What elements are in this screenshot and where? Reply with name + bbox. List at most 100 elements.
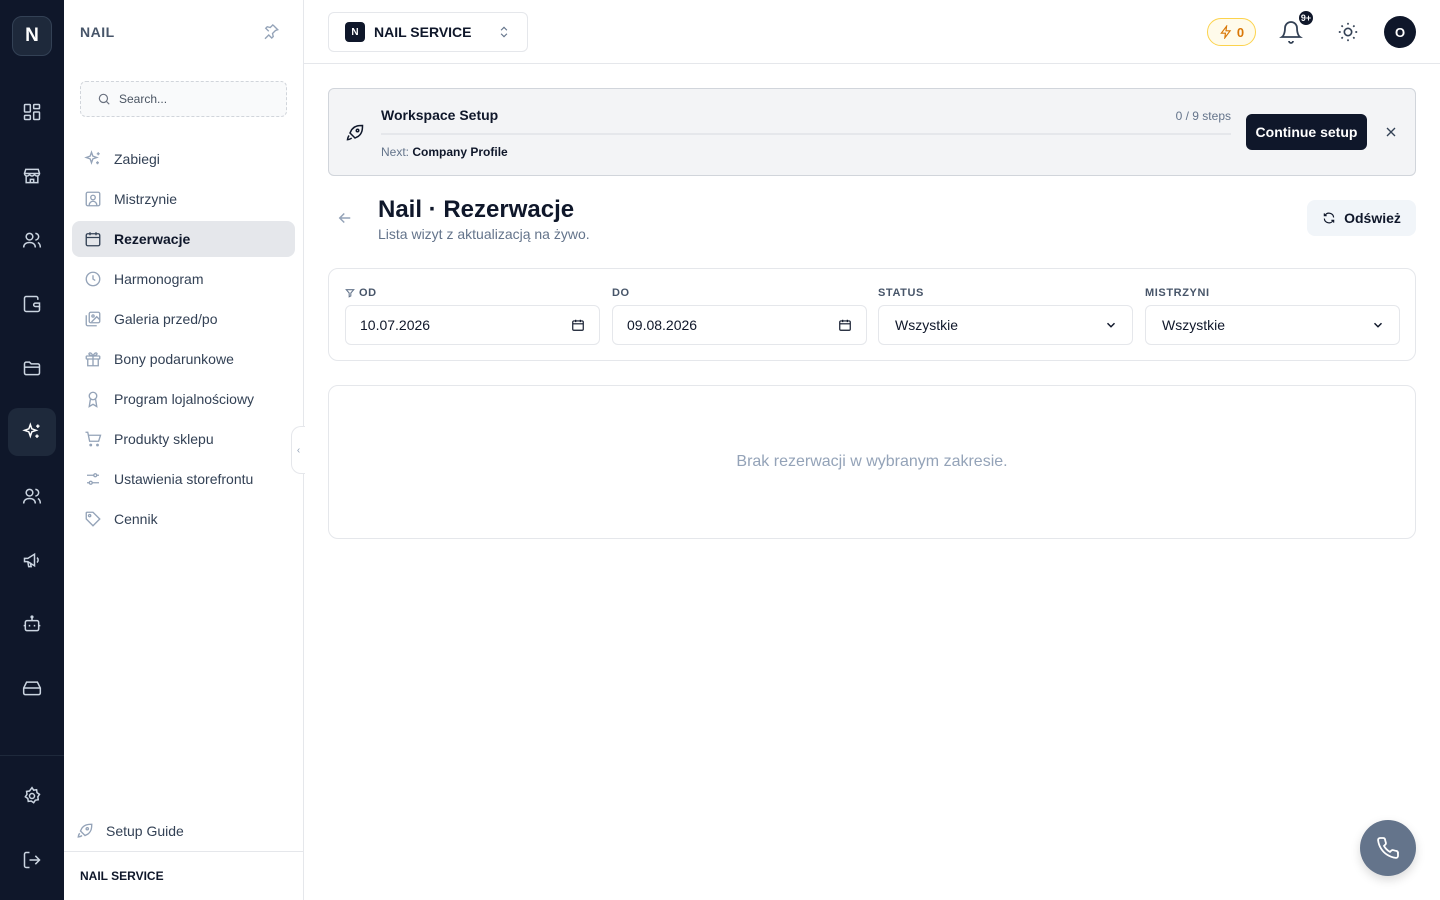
sidebar-item-mistrzynie[interactable]: Mistrzynie <box>72 181 295 217</box>
continue-setup-button[interactable]: Continue setup <box>1246 114 1367 150</box>
filter-od-label: OD <box>345 287 377 299</box>
mistrzyni-select[interactable]: Wszystkie <box>1145 305 1400 345</box>
hard-drive-icon[interactable] <box>8 664 56 712</box>
sidebar-item-label: Program lojalnościowy <box>114 391 255 407</box>
banner-steps-count: 0 / 9 steps <box>1175 109 1231 123</box>
sliders-icon <box>87 473 99 485</box>
refresh-button[interactable]: Odśwież <box>1307 200 1416 236</box>
sidebar-item-label: Harmonogram <box>114 271 204 287</box>
next-label: Next: <box>381 145 410 159</box>
refresh-icon <box>1323 212 1335 224</box>
cart-icon <box>85 431 102 447</box>
next-value: Company Profile <box>412 145 508 159</box>
sidebar-item-rezerwacje[interactable]: Rezerwacje <box>72 221 295 257</box>
sidebar-item-program-lojalnosciowy[interactable]: Program lojalnościowy <box>72 381 295 417</box>
chevron-down-icon <box>1373 322 1383 328</box>
mistrzyni-value: Wszystkie <box>1162 317 1225 333</box>
sparkles-icon <box>84 150 100 165</box>
close-icon[interactable] <box>1383 124 1399 140</box>
sidebar-item-cennik[interactable]: Cennik <box>72 501 295 537</box>
pin-icon[interactable] <box>262 23 280 41</box>
status-select[interactable]: Wszystkie <box>878 305 1133 345</box>
banner-next-step: Next: Company Profile <box>381 145 508 159</box>
workspace-badge: N <box>345 22 365 42</box>
settings-icon[interactable] <box>8 772 56 820</box>
workspace-setup-banner: Workspace Setup Next: Company Profile 0 … <box>328 88 1416 176</box>
megaphone-icon[interactable] <box>8 536 56 584</box>
chevrons-up-down-icon <box>500 26 508 38</box>
contact-icon <box>85 191 101 207</box>
sidebar-item-ustawienia-storefrontu[interactable]: Ustawienia storefrontu <box>72 461 295 497</box>
sidebar-item-zabiegi[interactable]: Zabiegi <box>72 141 295 177</box>
calendar-icon <box>85 232 101 247</box>
search-icon <box>98 93 110 105</box>
od-label-text: OD <box>359 287 377 299</box>
gift-icon <box>85 352 101 367</box>
dashboard-icon[interactable] <box>8 88 56 136</box>
rocket-icon <box>77 823 93 838</box>
sun-icon[interactable] <box>1337 21 1359 43</box>
wallet-icon[interactable] <box>8 280 56 328</box>
sidebar-item-harmonogram[interactable]: Harmonogram <box>72 261 295 297</box>
sidebar-item-label: Cennik <box>114 511 158 527</box>
date-from-input[interactable]: 10.07.2026 <box>345 305 600 345</box>
empty-state: Brak rezerwacji w wybranym zakresie. <box>328 385 1416 539</box>
page-subtitle: Lista wizyt z aktualizacją na żywo. <box>378 226 590 242</box>
sidebar-item-produkty[interactable]: Produkty sklepu <box>72 421 295 457</box>
date-to-input[interactable]: 09.08.2026 <box>612 305 867 345</box>
sidebar-item-label: Bony podarunkowe <box>114 351 234 367</box>
logout-icon[interactable] <box>8 836 56 884</box>
rocket-icon <box>346 124 364 141</box>
folder-icon[interactable] <box>8 344 56 392</box>
sidebar-search[interactable] <box>80 81 287 117</box>
chevron-left-icon: ‹ <box>296 444 301 456</box>
collapse-sidebar-handle[interactable]: ‹ <box>291 426 305 474</box>
zap-icon <box>1220 25 1232 39</box>
filter-status-label: STATUS <box>878 287 924 299</box>
status-value: Wszystkie <box>895 317 958 333</box>
credits-value: 0 <box>1236 24 1245 40</box>
filters-panel: OD 10.07.2026 DO 09.08.2026 STATUS Wszys… <box>328 268 1416 361</box>
sidebar-item-label: Rezerwacje <box>114 231 191 247</box>
filter-do-label: DO <box>612 287 630 299</box>
refresh-label: Odśwież <box>1344 210 1401 226</box>
search-input[interactable] <box>119 92 269 106</box>
arrow-left-icon[interactable] <box>336 209 354 227</box>
sidebar-item-label: Zabiegi <box>114 151 160 167</box>
users-icon[interactable] <box>8 216 56 264</box>
calendar-icon[interactable] <box>838 318 852 332</box>
credits-badge[interactable]: 0 <box>1207 18 1256 46</box>
icon-rail: N <box>0 0 64 900</box>
sidebar-item-galeria[interactable]: Galeria przed/po <box>72 301 295 337</box>
sparkles-icon[interactable] <box>8 408 56 456</box>
calendar-icon[interactable] <box>571 318 585 332</box>
setup-guide-link[interactable]: Setup Guide <box>76 822 184 840</box>
sidebar-footer-workspace: NAIL SERVICE <box>64 851 303 900</box>
team-icon[interactable] <box>8 472 56 520</box>
sidebar-item-bony[interactable]: Bony podarunkowe <box>72 341 295 377</box>
clock-icon <box>85 271 101 287</box>
empty-message: Brak rezerwacji w wybranym zakresie. <box>736 453 1008 470</box>
chevron-down-icon <box>1106 322 1116 328</box>
rail-divider <box>0 755 64 756</box>
sidebar-title: NAIL <box>80 24 115 40</box>
award-icon <box>88 391 98 408</box>
app-logo[interactable]: N <box>12 16 52 56</box>
date-to-value: 09.08.2026 <box>627 317 698 333</box>
date-from-value: 10.07.2026 <box>360 317 431 333</box>
sidebar-item-label: Ustawienia storefrontu <box>114 471 254 487</box>
notifications-badge: 9+ <box>1297 9 1315 27</box>
sidebar-item-label: Mistrzynie <box>114 191 178 207</box>
images-icon <box>85 311 101 327</box>
bot-icon[interactable] <box>8 600 56 648</box>
tag-icon <box>85 511 101 527</box>
store-icon[interactable] <box>8 152 56 200</box>
sidebar-item-label: Galeria przed/po <box>114 311 218 327</box>
top-bar: N NAIL SERVICE 0 9+ O <box>304 0 1440 64</box>
phone-call-button[interactable] <box>1360 820 1416 876</box>
phone-icon <box>1377 837 1399 859</box>
banner-title: Workspace Setup <box>381 107 499 123</box>
avatar[interactable]: O <box>1384 16 1416 48</box>
page-title: Nail · Rezerwacje <box>378 196 575 223</box>
workspace-selector[interactable]: N NAIL SERVICE <box>328 12 528 52</box>
